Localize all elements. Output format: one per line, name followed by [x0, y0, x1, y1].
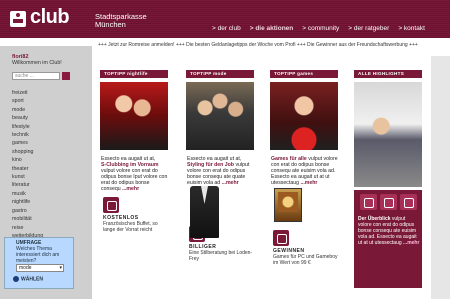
radio-icon [13, 276, 19, 282]
category-item[interactable]: kino [12, 156, 43, 164]
column-header: TOPTIPP games [270, 70, 338, 78]
category-item[interactable]: games [12, 139, 43, 147]
highlight-icons [360, 194, 417, 210]
gift-icon[interactable] [103, 197, 119, 213]
nav-der-club[interactable]: > der club [212, 25, 241, 32]
nav-kontakt[interactable]: > kontakt [398, 25, 425, 32]
news-ticker[interactable]: +++ Jetzt zur Romreise anmelden! +++ Die… [98, 40, 450, 50]
poll-box: UMFRAGE Welches Thema interessiert dich … [4, 237, 74, 289]
highlight-icon[interactable] [360, 194, 377, 210]
search-input[interactable]: suche ... [12, 72, 60, 80]
poll-select[interactable]: mode [16, 264, 64, 272]
category-item[interactable]: nightlife [12, 198, 43, 206]
poll-question: Welches Thema interessiert dich am meist… [16, 246, 59, 264]
category-item[interactable]: theater [12, 165, 43, 173]
category-item[interactable]: lifestyle [12, 123, 43, 131]
category-item[interactable]: sport [12, 97, 43, 105]
welcome-text: Willkommen im Club! [12, 60, 62, 66]
column-highlights: ALLE HIGHLIGHTS [354, 70, 422, 187]
category-item[interactable]: musik [12, 190, 43, 198]
category-list: freizeit sport mode beauty lifestyle tec… [12, 89, 43, 240]
category-item[interactable]: mode [12, 106, 43, 114]
coat-image[interactable] [190, 186, 219, 238]
column-text: Essecto ea augait ut at, S-Clubbing im V… [100, 156, 168, 192]
category-item[interactable]: reise [12, 224, 43, 232]
sparkasse-logo-icon[interactable] [10, 11, 26, 27]
nav-community[interactable]: > community [302, 25, 339, 32]
column-text: Games für alle vulput volore con erat do… [270, 156, 338, 186]
site-header: club Stadtsparkasse München > der club >… [0, 0, 450, 38]
more-link[interactable]: ...mehr [403, 240, 419, 246]
vote-button[interactable]: WÄHLEN [13, 276, 43, 282]
mode-photo[interactable] [186, 82, 254, 150]
category-item[interactable]: technik [12, 131, 43, 139]
category-item[interactable]: freizeit [12, 89, 43, 97]
column-header: TOPTIPP mode [186, 70, 254, 78]
highlights-text: Der Überblick vulput volore con erat do … [358, 216, 420, 246]
column-header: TOPTIPP nightlife [100, 70, 168, 78]
brand-name[interactable]: club [30, 6, 70, 29]
category-item[interactable]: shopping [12, 148, 43, 156]
column-text: Essecto ea augait ut at, Styling für den… [186, 156, 254, 186]
brand-subtitle: Stadtsparkasse München [95, 13, 147, 29]
more-link[interactable]: ...mehr [122, 186, 139, 192]
more-link[interactable]: ...mehr [300, 180, 317, 186]
highlights-box: Der Überblick vulput volore con erat do … [354, 190, 422, 288]
more-link[interactable]: ...mehr [222, 180, 239, 186]
highlight-icon[interactable] [380, 194, 397, 210]
category-item[interactable]: literatur [12, 181, 43, 189]
column-games: TOPTIPP games Games für alle vulput volo… [270, 70, 338, 266]
category-item[interactable]: beauty [12, 114, 43, 122]
game-cover-image[interactable] [274, 188, 302, 222]
category-item[interactable]: kunst [12, 173, 43, 181]
brand-subtitle-line2: München [95, 20, 126, 29]
nav-die-aktionen[interactable]: > die aktionen [250, 25, 294, 32]
highlight-icon[interactable] [400, 194, 417, 210]
search-button[interactable] [62, 72, 70, 80]
category-item[interactable]: mobilität [12, 215, 43, 223]
column-nightlife: TOPTIPP nightlife Essecto ea augait ut a… [100, 70, 168, 233]
sub-text: Games für PC und Gameboy im Wert von 99 … [273, 254, 338, 266]
sub-text: Eine Stilberatung bei Loden-Frey [189, 250, 253, 262]
sub-text: Französisches Buffet, so lange der Vorra… [103, 221, 158, 233]
column-header: ALLE HIGHLIGHTS [354, 70, 422, 78]
highlights-photo[interactable] [354, 82, 422, 187]
trophy-icon[interactable] [273, 230, 289, 246]
right-margin-strip [431, 56, 450, 299]
games-photo[interactable] [270, 82, 338, 150]
top-navigation: > der club > die aktionen > community > … [212, 25, 425, 32]
category-item[interactable]: gastro [12, 207, 43, 215]
nav-der-ratgeber[interactable]: > der ratgeber [348, 25, 389, 32]
nightlife-photo[interactable] [100, 82, 168, 150]
vote-label: WÄHLEN [21, 276, 43, 283]
